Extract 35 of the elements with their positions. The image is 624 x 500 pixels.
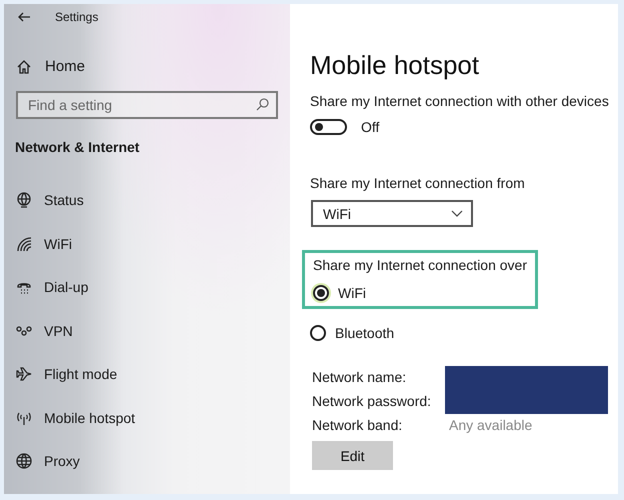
nav-item[interactable]: Flight mode: [16, 362, 118, 386]
source-dropdown[interactable]: WiFi: [311, 200, 473, 227]
airplane-icon: [16, 366, 32, 382]
setting-label: Share my Internet connection from: [310, 175, 525, 191]
field-label: Network name:: [312, 369, 406, 385]
nav-item[interactable]: Proxy: [16, 449, 80, 473]
toggle-state: Off: [361, 119, 380, 135]
search-field[interactable]: Find a setting: [16, 91, 278, 119]
field-label: Network band:: [312, 417, 402, 433]
home-icon: [17, 60, 31, 74]
globe-icon: [16, 192, 32, 208]
window-title: Settings: [55, 10, 98, 24]
nav-item[interactable]: VPN: [16, 318, 73, 342]
page-title: Mobile hotspot: [310, 50, 480, 81]
edit-button[interactable]: Edit: [312, 441, 393, 470]
back-arrow-icon[interactable]: [18, 12, 30, 22]
setting-label: Share my Internet connection with other devices: [310, 93, 609, 109]
chevron-down-icon: [451, 210, 463, 217]
nav-item[interactable]: Status: [16, 188, 84, 212]
field-value: Any available: [448, 417, 532, 433]
section-heading: Network & Internet: [15, 139, 140, 155]
radio-option[interactable]: Bluetooth: [310, 325, 394, 341]
nav-item[interactable]: WiFi: [16, 232, 72, 256]
field-label: Network password:: [312, 393, 432, 409]
search-icon: [256, 98, 269, 111]
radio-option[interactable]: WiFi: [313, 285, 366, 301]
nav-item[interactable]: Dial-up: [16, 275, 88, 299]
home-nav-item[interactable]: Home: [17, 58, 86, 75]
setting-label: Share my Internet connection over: [313, 257, 528, 273]
radio-button[interactable]: [310, 325, 326, 341]
radio-button[interactable]: [313, 285, 329, 301]
wifi-icon: [16, 236, 32, 252]
globe-icon: [16, 453, 32, 469]
nav-item[interactable]: Mobile hotspot: [16, 406, 136, 430]
toggle-switch[interactable]: [310, 119, 347, 135]
